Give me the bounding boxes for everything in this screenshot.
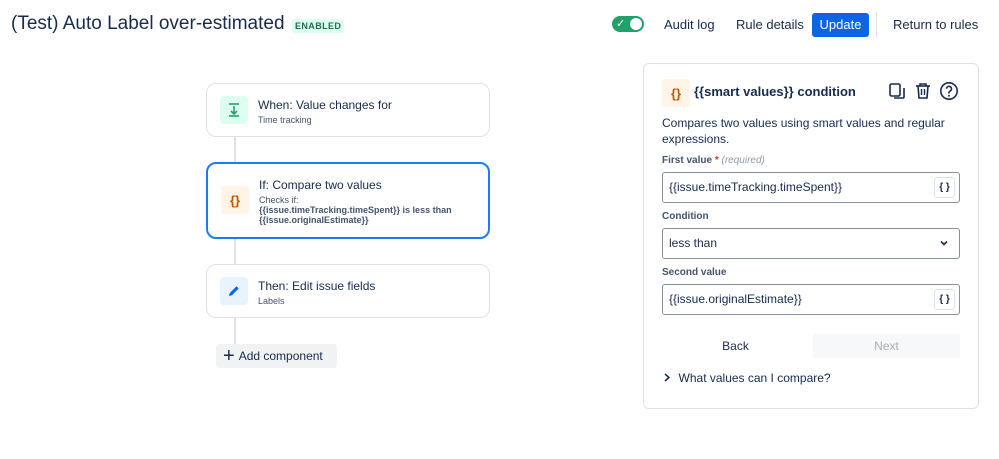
trigger-card[interactable]: When: Value changes for Time tracking [206, 83, 490, 137]
condition-select[interactable]: less than [662, 228, 960, 259]
back-button[interactable]: Back [662, 334, 809, 358]
condition-checks-label: Checks if: [259, 195, 299, 205]
help-icon[interactable] [939, 81, 959, 101]
smart-value-button[interactable]: { } [934, 177, 955, 198]
next-button[interactable]: Next [813, 334, 960, 358]
condition-card[interactable]: {} If: Compare two values Checks if: {{i… [206, 162, 490, 239]
flow-connector [234, 318, 236, 345]
action-title: Then: Edit issue fields [258, 279, 376, 293]
smart-value-button[interactable]: { } [934, 289, 955, 310]
condition-config-panel: {} {{smart values}} condition Compares t… [643, 63, 979, 409]
condition-label: Condition [662, 211, 709, 222]
trigger-title: When: Value changes for [258, 98, 392, 112]
smart-values-icon: {} [662, 79, 690, 107]
update-button[interactable]: Update [812, 13, 869, 37]
second-value-input[interactable]: {{issue.originalEstimate}} { } [662, 284, 960, 315]
panel-title: {{smart values}} condition [694, 84, 856, 99]
flow-connector [234, 238, 236, 264]
condition-checks-expr-2: {{issue.originalEstimate}} [259, 215, 369, 225]
rule-details-button[interactable]: Rule details [728, 13, 812, 37]
return-to-rules-button[interactable]: Return to rules [885, 13, 986, 37]
condition-select-value: less than [669, 236, 718, 250]
first-value-label-text: First value [662, 155, 713, 166]
what-values-label: What values can I compare? [678, 371, 831, 385]
audit-log-button[interactable]: Audit log [656, 13, 723, 37]
first-value-text: {{issue.timeTracking.timeSpent}} [669, 180, 842, 194]
required-marker: * [714, 155, 719, 166]
toggle-check-icon: ✓ [616, 18, 626, 30]
action-subtitle: Labels [258, 296, 285, 306]
plus-icon: + [223, 345, 235, 367]
toggle-knob [630, 18, 642, 30]
rule-editor: (Test) Auto Label over-estimated ENABLED… [0, 0, 999, 459]
condition-checks-expr-1: {{issue.timeTracking.timeSpent}} is less… [259, 205, 452, 215]
chevron-down-icon [939, 229, 949, 270]
copy-icon[interactable] [887, 81, 907, 101]
status-badge: ENABLED [292, 19, 345, 33]
first-value-input[interactable]: {{issue.timeTracking.timeSpent}} { } [662, 172, 960, 203]
add-component-label: Add component [238, 349, 323, 363]
trash-icon[interactable] [913, 81, 933, 101]
required-text: (required) [721, 155, 765, 166]
what-values-expander[interactable]: What values can I compare? [664, 371, 831, 385]
trigger-icon [220, 96, 248, 124]
second-value-text: {{issue.originalEstimate}} [669, 292, 802, 306]
condition-title: If: Compare two values [259, 178, 382, 192]
action-card[interactable]: Then: Edit issue fields Labels [206, 264, 490, 318]
page-title: (Test) Auto Label over-estimated [11, 13, 285, 34]
first-value-label: First value * (required) [662, 155, 765, 166]
flow-connector [234, 136, 236, 163]
rule-enabled-toggle[interactable]: ✓ [612, 16, 644, 32]
panel-description: Compares two values using smart values a… [662, 116, 945, 146]
header-divider [876, 12, 877, 38]
chevron-right-icon [664, 373, 673, 384]
panel-actions [887, 81, 959, 101]
second-value-label: Second value [662, 267, 727, 278]
condition-icon: {} [221, 186, 249, 214]
add-component-button[interactable]: + Add component [216, 344, 337, 368]
trigger-subtitle: Time tracking [258, 115, 312, 125]
pencil-icon [220, 277, 248, 305]
